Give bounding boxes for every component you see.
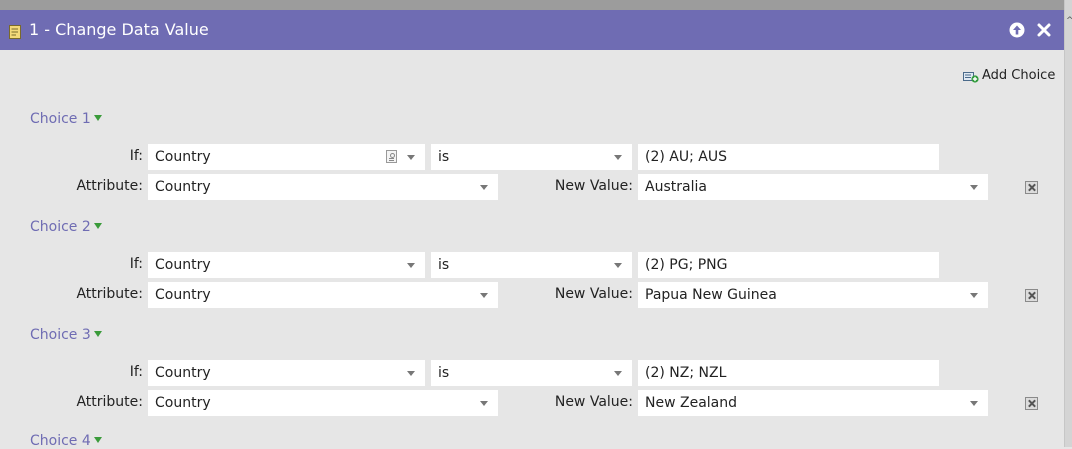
new-value-label: New Value:	[554, 178, 633, 194]
operator-value: is	[438, 149, 450, 165]
delete-choice-icon[interactable]	[1025, 181, 1038, 194]
if-label: If:	[129, 148, 143, 164]
scrollbar[interactable]: ^	[1064, 0, 1072, 447]
choice-block: Choice 2 If: Country is (2) PG; PNG Attr…	[0, 219, 1064, 327]
choice-heading-label: Choice 1	[30, 111, 91, 127]
if-field-select[interactable]: Country	[148, 360, 425, 386]
attribute-select[interactable]: Country	[148, 282, 498, 308]
add-choice-icon	[963, 72, 979, 83]
document-edit-icon	[9, 25, 21, 39]
values-input[interactable]: (2) AU; AUS	[638, 144, 939, 170]
if-label: If:	[129, 364, 143, 380]
choice-heading[interactable]: Choice 1	[30, 111, 102, 127]
operator-select[interactable]: is	[431, 144, 632, 170]
dialog-title-bar: 1 - Change Data Value	[0, 10, 1064, 50]
choice-heading-label: Choice 3	[30, 327, 91, 343]
values-text: (2) AU; AUS	[645, 149, 727, 165]
values-input[interactable]: (2) PG; PNG	[638, 252, 939, 278]
expand-arrow-icon[interactable]	[93, 331, 102, 337]
attribute-label: Attribute:	[76, 178, 143, 194]
window-top-strip	[0, 0, 1072, 10]
new-value-select[interactable]: Papua New Guinea	[638, 282, 988, 308]
operator-value: is	[438, 365, 450, 381]
new-value-text: Australia	[645, 179, 707, 195]
choice-heading-label: Choice 2	[30, 219, 91, 235]
choice-block: Choice 4	[0, 433, 1064, 449]
add-choice-label: Add Choice	[982, 68, 1056, 83]
choice-block: Choice 3 If: Country is (2) NZ; NZL Attr…	[0, 327, 1064, 435]
new-value-text: New Zealand	[645, 395, 737, 411]
if-field-value: Country	[155, 365, 211, 381]
new-value-select[interactable]: Australia	[638, 174, 988, 200]
choice-heading[interactable]: Choice 2	[30, 219, 102, 235]
dialog-body: Add Choice Choice 1 If: Country is (2) A…	[0, 50, 1064, 449]
operator-select[interactable]: is	[431, 360, 632, 386]
operator-value: is	[438, 257, 450, 273]
if-label: If:	[129, 256, 143, 272]
new-value-text: Papua New Guinea	[645, 287, 777, 303]
field-picker-icon[interactable]	[386, 150, 397, 163]
attribute-value: Country	[155, 287, 211, 303]
if-field-select[interactable]: Country	[148, 252, 425, 278]
expand-arrow-icon[interactable]	[93, 437, 102, 443]
new-value-label: New Value:	[554, 286, 633, 302]
choice-heading[interactable]: Choice 3	[30, 327, 102, 343]
values-text: (2) PG; PNG	[645, 257, 728, 273]
arrow-up-icon[interactable]	[1009, 22, 1025, 38]
close-icon[interactable]	[1036, 22, 1052, 38]
if-field-select[interactable]: Country	[148, 144, 425, 170]
attribute-label: Attribute:	[76, 394, 143, 410]
scroll-arrow-icon[interactable]: ^	[1066, 16, 1072, 26]
choice-block: Choice 1 If: Country is (2) AU; AUS Attr…	[0, 111, 1064, 219]
new-value-select[interactable]: New Zealand	[638, 390, 988, 416]
new-value-label: New Value:	[554, 394, 633, 410]
attribute-label: Attribute:	[76, 286, 143, 302]
attribute-select[interactable]: Country	[148, 390, 498, 416]
expand-arrow-icon[interactable]	[93, 223, 102, 229]
dialog-title: 1 - Change Data Value	[29, 20, 209, 39]
delete-choice-icon[interactable]	[1025, 397, 1038, 410]
attribute-select[interactable]: Country	[148, 174, 498, 200]
values-input[interactable]: (2) NZ; NZL	[638, 360, 939, 386]
operator-select[interactable]: is	[431, 252, 632, 278]
attribute-value: Country	[155, 179, 211, 195]
delete-choice-icon[interactable]	[1025, 289, 1038, 302]
if-field-value: Country	[155, 149, 211, 165]
if-field-value: Country	[155, 257, 211, 273]
values-text: (2) NZ; NZL	[645, 365, 727, 381]
expand-arrow-icon[interactable]	[93, 115, 102, 121]
attribute-value: Country	[155, 395, 211, 411]
